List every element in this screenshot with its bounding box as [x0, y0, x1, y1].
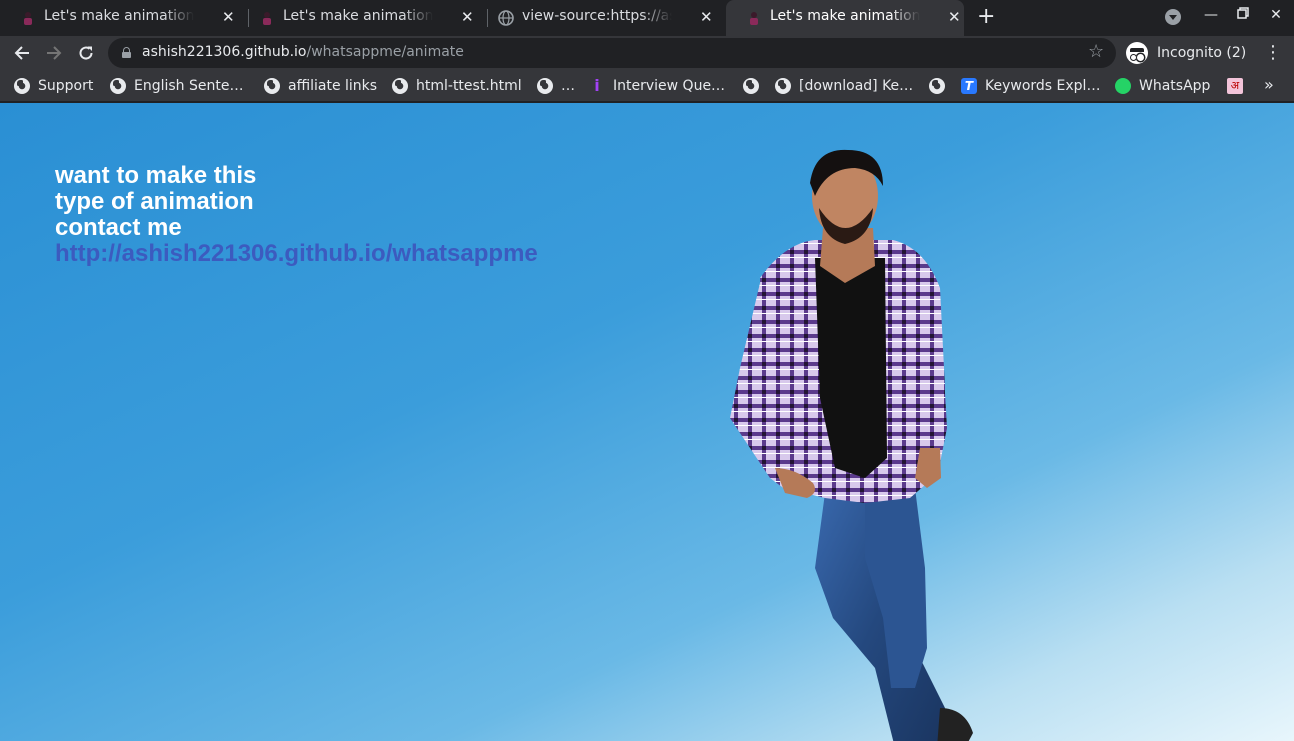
more-menu-icon[interactable]: ⋮: [1264, 42, 1282, 64]
page-favicon-icon: [20, 10, 36, 26]
tab-title: Let's make animation in css: [770, 8, 920, 24]
bookmark-interview-questions[interactable]: ⅰ Interview Que…: [589, 76, 725, 96]
bookmark-untitled[interactable]: [743, 76, 767, 96]
url-host: ashish221306.github.io: [142, 44, 307, 60]
bookmark-star-icon[interactable]: ☆: [1088, 41, 1104, 62]
contact-message: want to make this type of animation cont…: [55, 163, 538, 267]
maximize-button[interactable]: [1233, 7, 1253, 23]
bookmark-label: affiliate links: [288, 78, 378, 94]
globe-icon: [537, 78, 553, 94]
globe-icon: [775, 78, 791, 94]
close-icon[interactable]: ✕: [461, 8, 474, 26]
reload-button[interactable]: [74, 41, 98, 65]
forward-button[interactable]: [42, 41, 66, 65]
bookmark-label: html-ttest.html: [416, 78, 522, 94]
bookmark-keywords-explorer[interactable]: T Keywords Expl…: [961, 76, 1100, 96]
close-window-button[interactable]: ✕: [1266, 7, 1286, 23]
page-favicon-icon: [746, 10, 762, 26]
globe-icon: [110, 78, 126, 94]
address-bar[interactable]: ashish221306.github.io/whatsappme/animat…: [108, 38, 1116, 68]
globe-icon: [743, 78, 759, 94]
contact-link[interactable]: http://ashish221306.github.io/whatsappme: [55, 241, 538, 267]
url-text: ashish221306.github.io/whatsappme/animat…: [142, 44, 464, 60]
tab-3[interactable]: view-source:https://ashish221306.github.…: [478, 0, 716, 34]
globe-icon: [929, 78, 945, 94]
bookmark-label: Keywords Expl…: [985, 78, 1101, 94]
tab-title: view-source:https://ashish221306.github.…: [522, 8, 672, 24]
whatsapp-icon: [1115, 78, 1131, 94]
bookmark-label: Interview Que…: [613, 78, 726, 94]
t-icon: T: [961, 78, 977, 94]
lock-icon[interactable]: [122, 47, 131, 58]
message-line-2: type of animation: [55, 188, 254, 215]
page-content: want to make this type of animation cont…: [0, 103, 1294, 741]
tab-title: Let's make animation in css: [283, 8, 433, 24]
browser-toolbar: ashish221306.github.io/whatsappme/animat…: [0, 36, 1294, 70]
close-icon[interactable]: ✕: [948, 8, 961, 26]
close-icon[interactable]: ✕: [700, 8, 713, 26]
bookmark-label: …: [561, 78, 575, 94]
person-photo: [730, 149, 973, 741]
tab-search-button[interactable]: [1165, 9, 1181, 25]
bookmark-label: Support: [38, 78, 94, 94]
hindi-a-icon: अ: [1227, 78, 1243, 94]
tab-strip: Let's make animation in css ✕ Let's make…: [0, 0, 1294, 36]
url-path: /whatsappme/animate: [306, 44, 464, 60]
globe-icon: [498, 10, 514, 26]
bookmark-ellipsis[interactable]: …: [537, 76, 575, 96]
bookmark-download[interactable]: [download] Ke…: [775, 76, 913, 96]
bookmark-label: English Sente…: [134, 78, 244, 94]
incognito-label: Incognito (2): [1157, 45, 1247, 61]
more-bookmarks-icon[interactable]: »: [1264, 75, 1274, 94]
bookmark-label: WhatsApp: [1139, 78, 1211, 94]
tab-1[interactable]: Let's make animation in css ✕: [0, 0, 238, 34]
bookmark-affiliate-links[interactable]: affiliate links: [264, 76, 377, 96]
page-favicon-icon: [259, 10, 275, 26]
tab-2[interactable]: Let's make animation in css ✕: [239, 0, 477, 34]
back-button[interactable]: [10, 41, 34, 65]
incognito-icon: [1126, 42, 1148, 64]
globe-icon: [264, 78, 280, 94]
globe-icon: [392, 78, 408, 94]
incognito-indicator[interactable]: Incognito (2): [1126, 40, 1246, 66]
message-line-1: want to make this: [55, 162, 257, 189]
minimize-button[interactable]: —: [1201, 7, 1221, 23]
bookmark-html-ttest[interactable]: html-ttest.html: [392, 76, 522, 96]
globe-icon: [14, 78, 30, 94]
tab-4-active[interactable]: Let's make animation in css ✕: [726, 0, 964, 36]
bookmark-label: [download] Ke…: [799, 78, 914, 94]
bookmark-support[interactable]: Support: [14, 76, 93, 96]
info-icon: ⅰ: [594, 76, 600, 95]
bookmark-hindi[interactable]: अ: [1227, 76, 1251, 96]
bookmark-untitled-2[interactable]: [929, 76, 953, 96]
message-line-3: contact me: [55, 214, 182, 241]
bookmark-whatsapp[interactable]: WhatsApp: [1115, 76, 1210, 96]
bookmarks-bar: Support English Sente… affiliate links h…: [0, 70, 1294, 102]
bookmark-english-sentences[interactable]: English Sente…: [110, 76, 243, 96]
close-icon[interactable]: ✕: [222, 8, 235, 26]
new-tab-button[interactable]: +: [977, 5, 995, 29]
tab-title: Let's make animation in css: [44, 8, 194, 24]
